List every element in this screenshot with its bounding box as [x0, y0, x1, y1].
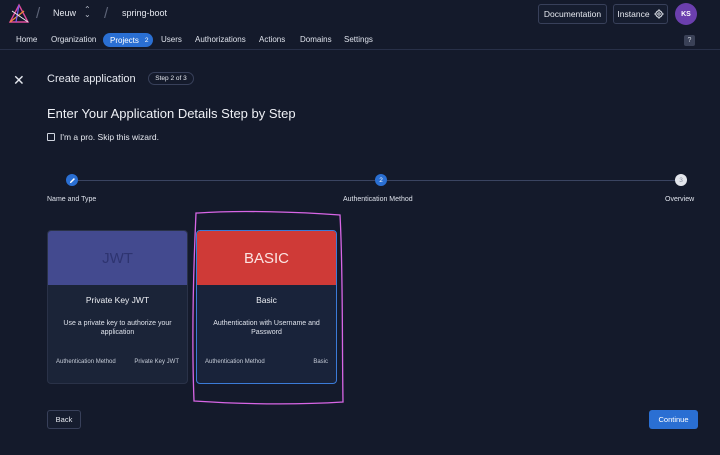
- stepper-line: [387, 180, 675, 181]
- nav-item-projects-label: Projects: [110, 35, 139, 45]
- documentation-button[interactable]: Documentation: [538, 4, 607, 24]
- step-dot-name-and-type[interactable]: [66, 174, 78, 186]
- logo-icon[interactable]: [8, 3, 30, 25]
- step-number: 3: [679, 176, 683, 184]
- nav-item-home[interactable]: Home: [16, 35, 37, 44]
- card-meta-label: Authentication Method: [205, 359, 265, 365]
- step-dot-authentication-method[interactable]: 2: [375, 174, 387, 186]
- avatar[interactable]: KS: [675, 3, 697, 25]
- card-meta: Authentication Method Private Key JWT: [56, 359, 179, 365]
- step-dot-overview[interactable]: 3: [675, 174, 687, 186]
- help-button[interactable]: ?: [684, 35, 695, 46]
- project-name[interactable]: spring-boot: [122, 8, 167, 18]
- documentation-label: Documentation: [543, 9, 602, 19]
- instance-label: Instance: [617, 9, 650, 19]
- org-name[interactable]: Neuw: [53, 8, 76, 18]
- card-meta-label: Authentication Method: [56, 359, 116, 365]
- skip-wizard-checkbox[interactable]: [47, 133, 55, 141]
- chevron-up-down-icon[interactable]: ⌃ ⌄: [84, 6, 91, 19]
- breadcrumb-separator: /: [36, 5, 41, 22]
- step-label-authentication-method: Authentication Method: [343, 196, 413, 203]
- card-meta-value: Private Key JWT: [134, 359, 179, 365]
- card-banner: BASIC: [197, 231, 336, 285]
- card-title: Basic: [256, 295, 277, 305]
- step-label-name-and-type: Name and Type: [47, 196, 97, 203]
- card-meta-value: Basic: [313, 359, 328, 365]
- step-badge: Step 2 of 3: [148, 72, 194, 85]
- card-banner: JWT: [48, 231, 187, 285]
- skip-wizard-label[interactable]: I'm a pro. Skip this wizard.: [60, 132, 159, 142]
- step-number: 2: [379, 176, 383, 184]
- stepper-line: [78, 180, 375, 181]
- page-title: Create application: [47, 73, 136, 85]
- nav-item-actions[interactable]: Actions: [259, 35, 285, 44]
- step-label-overview: Overview: [665, 196, 695, 203]
- top-bar: / Neuw ⌃ ⌄ / spring-boot Documentation In…: [0, 0, 720, 28]
- auth-method-card-basic[interactable]: BASIC Basic Authentication with Username…: [196, 230, 337, 384]
- close-icon[interactable]: ✕: [13, 72, 25, 89]
- projects-count-badge: 2: [144, 36, 149, 44]
- continue-label: Continue: [658, 415, 689, 424]
- main-nav: Home Organization Projects 2 Users Autho…: [0, 32, 720, 50]
- auth-method-card-jwt[interactable]: JWT Private Key JWT Use a private key to…: [47, 230, 188, 384]
- pencil-icon: [69, 177, 75, 183]
- nav-item-organization[interactable]: Organization: [51, 35, 96, 44]
- back-label: Back: [55, 415, 73, 424]
- breadcrumb-separator: /: [104, 5, 109, 22]
- card-title: Private Key JWT: [85, 295, 150, 305]
- nav-item-projects[interactable]: Projects 2: [103, 33, 153, 47]
- continue-button[interactable]: Continue: [649, 410, 698, 429]
- nav-item-settings[interactable]: Settings: [344, 35, 373, 44]
- card-meta: Authentication Method Basic: [205, 359, 328, 365]
- nav-item-domains[interactable]: Domains: [300, 35, 332, 44]
- gear-icon: [653, 9, 664, 19]
- wizard-heading: Enter Your Application Details Step by S…: [47, 106, 296, 121]
- card-description: Authentication with Username and Passwor…: [213, 320, 320, 336]
- instance-button[interactable]: Instance: [613, 4, 668, 24]
- card-description: Use a private key to authorize your appl…: [63, 320, 172, 336]
- back-button[interactable]: Back: [47, 410, 81, 429]
- nav-item-users[interactable]: Users: [161, 35, 182, 44]
- nav-item-authorizations[interactable]: Authorizations: [195, 35, 246, 44]
